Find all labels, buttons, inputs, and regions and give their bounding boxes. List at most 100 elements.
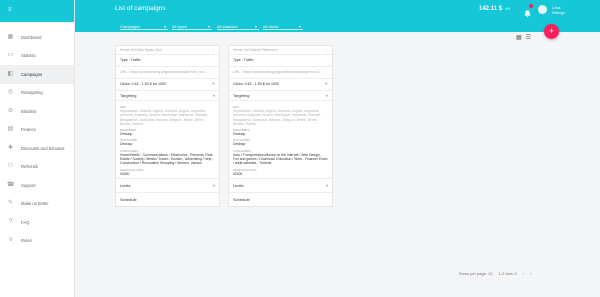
chevron-down-icon: ▾ — [254, 23, 257, 29]
sidebar-item-label: Dashboard — [21, 34, 42, 40]
geo-value: Afghanistan, Albania, Algeria, Andorra, … — [120, 109, 209, 126]
next-page-icon[interactable]: › — [530, 271, 531, 276]
campaign-card: Hmmm Sell Sadmm Rbdmmcm ⋮ Type : Traffic… — [228, 45, 333, 207]
campaign-url: URL : https://your.landing.page/ads/url/… — [116, 67, 219, 79]
comment-icon: ✎ — [7, 200, 14, 207]
categories-value: Home/Health , Communications / Electroni… — [120, 152, 214, 166]
platforms-value: Desktop — [120, 142, 133, 147]
types-filter[interactable]: All types ▾ — [172, 23, 212, 30]
dashboard-icon: ▦ — [7, 33, 14, 40]
more-icon[interactable]: ⋮ — [212, 48, 215, 52]
campaign-clicks: Clicks: 0.62 - 1.50 $ for 1000 — [120, 82, 166, 86]
sidebar-item-label: FAQ — [21, 219, 30, 225]
sidebar-item-referrals[interactable]: ⚇ Referrals — [0, 158, 74, 177]
more-icon[interactable]: ⋮ — [325, 48, 328, 52]
prev-page-icon[interactable]: ‹ — [523, 271, 524, 276]
statuses-filter[interactable]: All statuses ▾ — [217, 23, 259, 30]
logo-bar: ≡ — [0, 0, 74, 22]
sidebar-item-campaigns[interactable]: ◧ Campaigns — [0, 65, 74, 84]
targeting-section[interactable]: Targeting ˄ — [229, 91, 332, 101]
targeting-body: GEO Afghanistan, Albania, Algeria, Andor… — [229, 101, 332, 178]
period-value: 00400 — [233, 171, 243, 176]
notification-badge — [529, 4, 533, 8]
card-header: Hmmm Sell Sadmm Rbdmmcm ⋮ — [229, 46, 332, 55]
grid-view-icon[interactable]: ▦ — [516, 35, 526, 41]
chevron-up-icon: ˄ — [212, 93, 215, 98]
campaign-clicks-row: Clicks: 0.62 - 1.50 $ for 1000 ✎ — [229, 79, 332, 91]
campaign-clicks: Clicks: 0.62 - 1.50 $ for 1000 — [233, 82, 279, 86]
balance[interactable]: 142.11 $ — [479, 6, 502, 12]
edit-icon[interactable]: ✎ — [212, 82, 215, 87]
limits-section[interactable]: Limits ˅ — [229, 177, 332, 193]
targeting-title: Targeting — [120, 93, 137, 98]
sidebar-item-discounts-and-bonuses[interactable]: ✚ Discounts and bonuses — [0, 139, 74, 158]
pagination: Rows per page: 12 1-2 from 2 ‹ › — [459, 271, 532, 276]
chevron-down-icon: ˅ — [212, 182, 215, 188]
campaigns-filter-label: Campaigns — [120, 23, 141, 29]
sidebar-item-label: Make us better — [21, 201, 49, 207]
target-icon: ◎ — [7, 89, 14, 96]
limits-section[interactable]: Limits ˅ — [116, 177, 219, 193]
period-value: 00400 — [120, 171, 130, 176]
targeting-section[interactable]: Targeting ˄ — [116, 91, 219, 101]
campaign-type: Type : Traffic — [116, 55, 219, 67]
rules-icon: ≡ — [8, 237, 13, 244]
sidebar-item-dashboard[interactable]: ▦ Dashboard — [0, 28, 74, 47]
sidebar-item-label: Discounts and bonuses — [21, 145, 65, 151]
rows-per-page[interactable]: Rows per page: 12 — [459, 271, 493, 276]
user-menu[interactable]: Linus Settings — [552, 6, 565, 15]
chevron-down-icon: ▾ — [298, 23, 301, 29]
sidebar-item-statistic[interactable]: ▭ Statistic — [0, 47, 74, 66]
sidebar-item-support[interactable]: ☎ Support — [0, 176, 74, 195]
sidebar-item-label: Retargeting — [21, 90, 43, 96]
block-icon: ⊘ — [7, 107, 14, 114]
sidebar-item-faq[interactable]: ? FAQ — [0, 213, 74, 232]
page-title: List of campaigns — [115, 5, 166, 12]
sidebar-item-label: Campaigns — [21, 71, 43, 77]
campaign-clicks-row: Clicks: 0.62 - 1.50 $ for 1000 ✎ — [116, 79, 219, 91]
add-campaign-button[interactable]: + — [544, 24, 559, 39]
campaign-card: Hmmm Sell Ilkke Rgdar Cmm ⋮ Type : Traff… — [115, 45, 220, 207]
chevron-down-icon: ▾ — [163, 23, 166, 29]
sidebar-item-rules[interactable]: ≡ Rules — [0, 232, 74, 251]
list-view-icon[interactable]: ☰ — [526, 35, 535, 41]
clicks-filter[interactable]: All clicks ▾ — [263, 23, 303, 30]
logo: ≡ — [8, 7, 12, 13]
chart-icon: ▭ — [7, 52, 14, 59]
sidebar-nav: ▦ Dashboard ▭ Statistic ◧ Campaigns ◎ Retargeti… — [0, 28, 74, 250]
platforms-value: Desktop — [233, 142, 246, 147]
schedule-section[interactable]: Schedule — [116, 193, 219, 206]
user-settings: Settings — [552, 10, 565, 15]
referral-icon: ⚇ — [7, 163, 14, 170]
user-name: Linus — [552, 6, 561, 10]
sidebar-item-finance[interactable]: ▤ Finance — [0, 121, 74, 140]
chevron-up-icon: ˄ — [325, 93, 328, 98]
finance-icon: ▤ — [7, 126, 14, 133]
sidebar-item-blacklist[interactable]: ⊘ Blacklist — [0, 102, 74, 121]
megaphone-icon: ◧ — [7, 70, 14, 77]
avatar[interactable] — [538, 5, 547, 14]
card-header: Hmmm Sell Ilkke Rgdar Cmm ⋮ — [116, 46, 219, 55]
clicks-filter-label: All clicks — [263, 23, 279, 29]
sidebar-item-label: Blacklist — [21, 108, 37, 114]
chevron-down-icon: ▾ — [207, 23, 210, 29]
targeting-body: GEO Afghanistan, Albania, Algeria, Andor… — [116, 101, 219, 178]
bell-icon[interactable] — [523, 4, 533, 18]
sidebar-item-label: Referrals — [21, 164, 38, 170]
campaign-url: URL : https://your.landing.page/offers/c… — [229, 67, 332, 79]
schedule-section[interactable]: Schedule — [229, 193, 332, 206]
edit-icon[interactable]: ✎ — [325, 82, 328, 87]
statuses-filter-label: All statuses — [217, 23, 238, 29]
sidebar-item-label: Finance — [21, 127, 36, 133]
targeting-title: Targeting — [233, 93, 250, 98]
browsers-value: Desktop — [120, 132, 133, 137]
sidebar-item-make-us-better[interactable]: ✎ Make us better — [0, 195, 74, 214]
campaigns-filter[interactable]: Campaigns ▾ — [120, 23, 168, 30]
faq-icon: ? — [8, 218, 13, 225]
schedule-title: Schedule — [120, 196, 137, 202]
browsers-value: Desktop — [233, 132, 246, 137]
campaign-name: Hmmm Sell Sadmm Rbdmmcm — [233, 48, 278, 52]
currency-selector[interactable]: VN — [505, 7, 510, 11]
sidebar-item-retargeting[interactable]: ◎ Retargeting — [0, 84, 74, 103]
types-filter-label: All types — [172, 23, 188, 29]
